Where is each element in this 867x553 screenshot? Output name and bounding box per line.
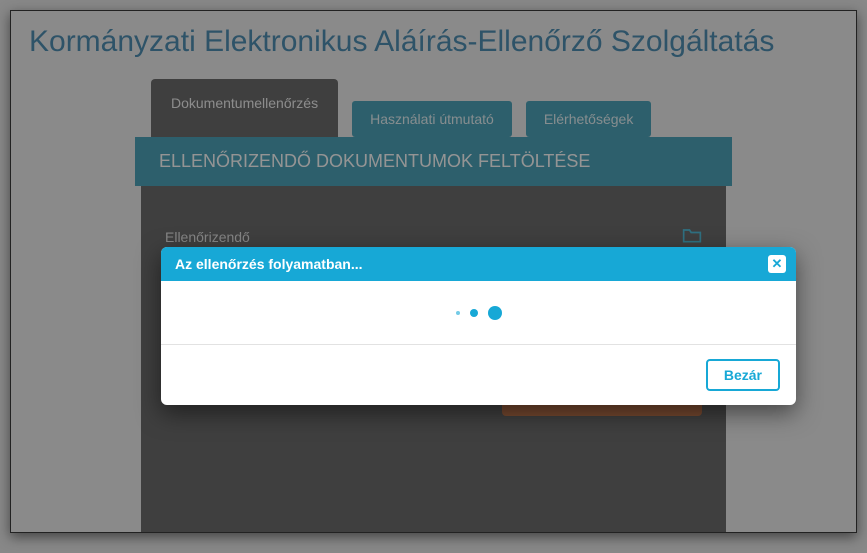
- modal-footer: Bezár: [161, 345, 796, 405]
- loading-dot-icon: [488, 306, 502, 320]
- close-icon: ✕: [772, 255, 783, 273]
- loading-dot-icon: [456, 311, 460, 315]
- progress-modal: Az ellenőrzés folyamatban... ✕ Bezár: [161, 247, 796, 405]
- loading-dot-icon: [470, 309, 478, 317]
- modal-header: Az ellenőrzés folyamatban... ✕: [161, 247, 796, 281]
- modal-title: Az ellenőrzés folyamatban...: [175, 256, 363, 272]
- modal-close-button[interactable]: Bezár: [706, 359, 780, 391]
- modal-close-x-button[interactable]: ✕: [768, 255, 786, 273]
- modal-body: [161, 281, 796, 345]
- app-window: Kormányzati Elektronikus Aláírás-Ellenőr…: [10, 10, 857, 533]
